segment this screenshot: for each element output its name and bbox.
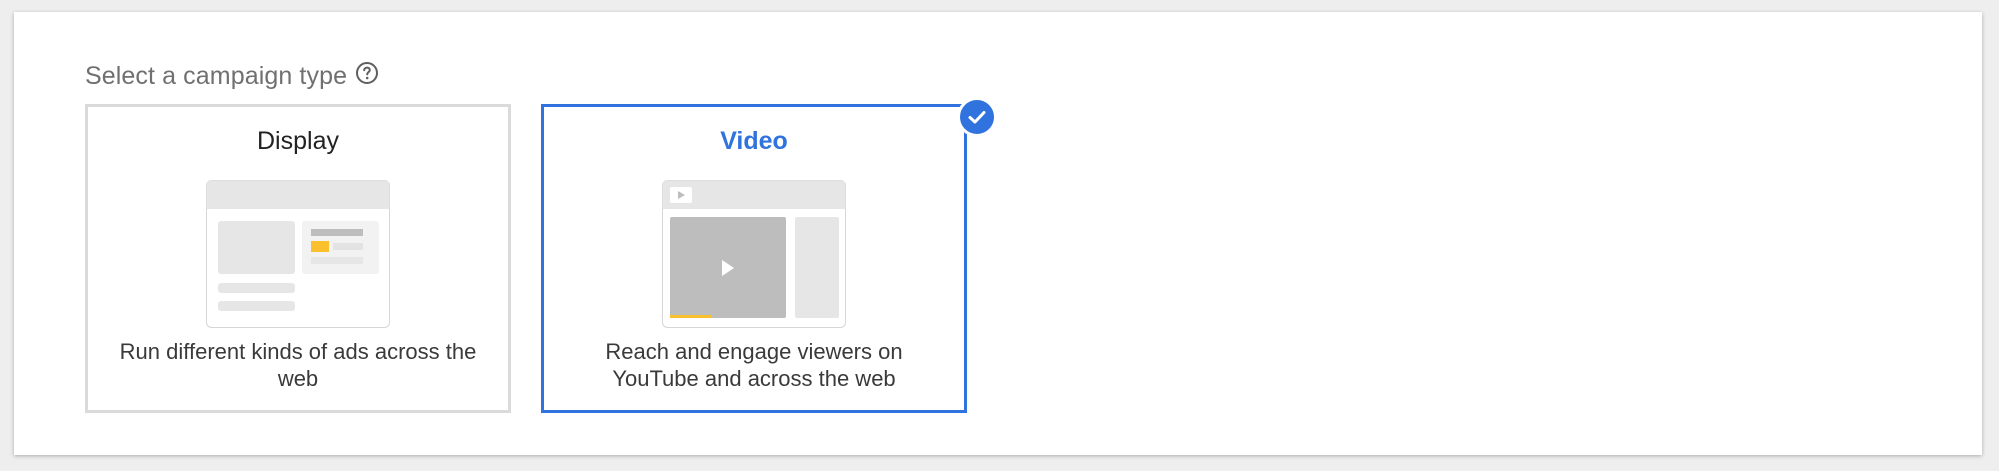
- campaign-type-heading-row: Select a campaign type: [85, 56, 379, 96]
- campaign-option-title: Video: [720, 127, 788, 155]
- help-circle-icon[interactable]: [355, 61, 379, 85]
- campaign-option-description: Run different kinds of ads across the we…: [119, 339, 477, 391]
- campaign-type-panel: Select a campaign type Display Run diffe…: [14, 12, 1982, 455]
- campaign-type-heading: Select a campaign type: [85, 61, 348, 90]
- check-circle-icon: [957, 97, 997, 137]
- campaign-option-display[interactable]: Display Run different kinds of ads acros…: [85, 104, 511, 413]
- video-player-illustration: [662, 180, 846, 328]
- campaign-option-video[interactable]: Video Reach and engage viewers on YouTub…: [541, 104, 967, 413]
- campaign-option-description: Reach and engage viewers on YouTube and …: [605, 339, 903, 391]
- display-ad-illustration: [206, 180, 390, 328]
- campaign-option-title: Display: [257, 127, 339, 155]
